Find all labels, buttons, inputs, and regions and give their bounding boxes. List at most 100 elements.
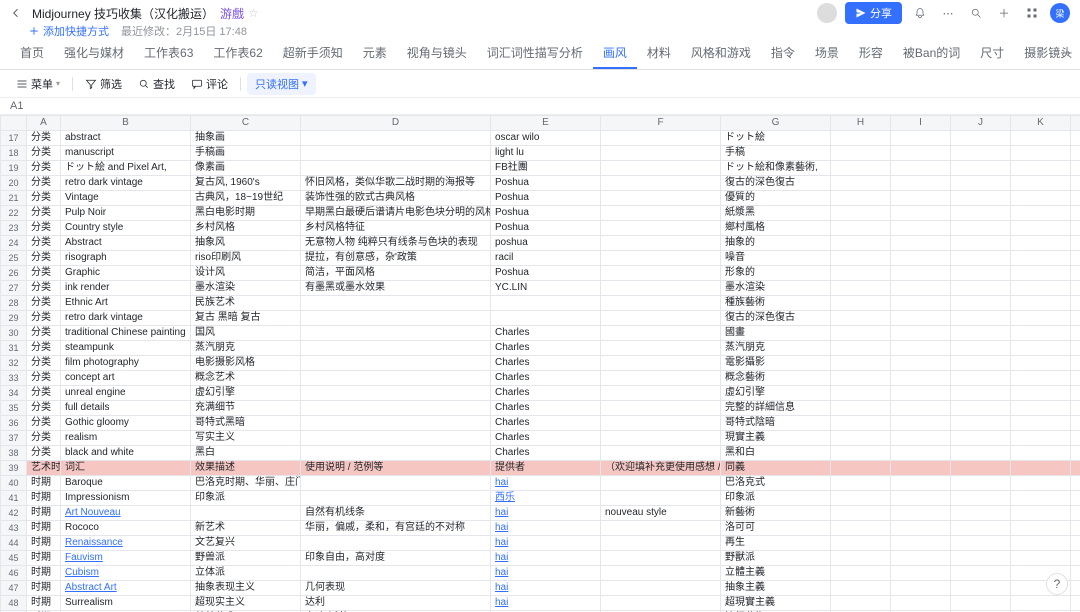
cell[interactable]: 分类 bbox=[27, 146, 61, 161]
sheet-tab[interactable]: 形容 bbox=[849, 38, 893, 69]
cell[interactable]: 华丽，偏戚，柔和，有宫廷的不对称 bbox=[301, 521, 491, 536]
cell[interactable] bbox=[1071, 311, 1080, 326]
cell[interactable] bbox=[1011, 416, 1071, 431]
row-number[interactable]: 45 bbox=[1, 551, 27, 566]
cell[interactable]: 文艺复兴 bbox=[191, 536, 301, 551]
cell[interactable]: 时期 bbox=[27, 551, 61, 566]
sheet-tab[interactable]: 材料 bbox=[637, 38, 681, 69]
cell[interactable]: 完整的詳細信息 bbox=[721, 401, 831, 416]
cell[interactable]: Charles bbox=[491, 446, 601, 461]
cell[interactable]: 抽象画 bbox=[191, 131, 301, 146]
column-header[interactable] bbox=[1, 116, 27, 131]
cell[interactable] bbox=[191, 506, 301, 521]
cell[interactable] bbox=[1071, 506, 1080, 521]
cell[interactable] bbox=[1071, 461, 1080, 476]
cell[interactable]: 分类 bbox=[27, 206, 61, 221]
cell[interactable]: Charles bbox=[491, 416, 601, 431]
cell[interactable]: 印象自由，高对度 bbox=[301, 551, 491, 566]
cell[interactable] bbox=[1071, 356, 1080, 371]
cell[interactable] bbox=[891, 551, 951, 566]
cell[interactable] bbox=[301, 491, 491, 506]
cell[interactable]: 分类 bbox=[27, 341, 61, 356]
cell[interactable] bbox=[951, 131, 1011, 146]
cell[interactable]: 墨水渲染 bbox=[191, 281, 301, 296]
cell[interactable]: Cubism bbox=[61, 566, 191, 581]
cell[interactable] bbox=[1071, 551, 1080, 566]
cell[interactable] bbox=[301, 161, 491, 176]
cell[interactable] bbox=[831, 161, 891, 176]
row-number[interactable]: 20 bbox=[1, 176, 27, 191]
cell[interactable]: Rococo bbox=[61, 521, 191, 536]
cell[interactable]: 抽象风 bbox=[191, 236, 301, 251]
cell[interactable] bbox=[891, 461, 951, 476]
cell[interactable]: Country style bbox=[61, 221, 191, 236]
cell[interactable]: 提拉，有创意感，杂'政策 bbox=[301, 251, 491, 266]
row-number[interactable]: 38 bbox=[1, 446, 27, 461]
cell[interactable]: 早期黑白最硬后谱请片电影色块分明的风格 bbox=[301, 206, 491, 221]
cell[interactable]: 乡村风格特征 bbox=[301, 221, 491, 236]
cell[interactable]: 时期 bbox=[27, 521, 61, 536]
cell[interactable]: Art Nouveau bbox=[61, 506, 191, 521]
cell[interactable]: retro dark vintage bbox=[61, 176, 191, 191]
cell[interactable]: 无意物人物 纯粹只有线条与色块的表现 bbox=[301, 236, 491, 251]
cell[interactable]: 概念藝術 bbox=[721, 371, 831, 386]
cell[interactable]: Vintage bbox=[61, 191, 191, 206]
cell[interactable] bbox=[601, 386, 721, 401]
cell[interactable] bbox=[301, 386, 491, 401]
cell[interactable]: Poshua bbox=[491, 206, 601, 221]
cell[interactable] bbox=[831, 251, 891, 266]
cell[interactable] bbox=[1011, 536, 1071, 551]
add-shortcut-button[interactable]: 添加快捷方式 bbox=[28, 23, 109, 39]
cell[interactable] bbox=[601, 191, 721, 206]
cell[interactable] bbox=[601, 311, 721, 326]
cell[interactable]: 手稿画 bbox=[191, 146, 301, 161]
cell[interactable] bbox=[891, 191, 951, 206]
cell[interactable] bbox=[1011, 266, 1071, 281]
cell[interactable]: 哥特式黑暗 bbox=[191, 416, 301, 431]
cell[interactable] bbox=[301, 341, 491, 356]
cell[interactable] bbox=[601, 521, 721, 536]
row-number[interactable]: 43 bbox=[1, 521, 27, 536]
cell[interactable]: 词汇 bbox=[61, 461, 191, 476]
row-number[interactable]: 34 bbox=[1, 386, 27, 401]
cell[interactable] bbox=[891, 146, 951, 161]
cell[interactable] bbox=[1011, 461, 1071, 476]
cell[interactable]: Fauvism bbox=[61, 551, 191, 566]
cell[interactable]: 分类 bbox=[27, 191, 61, 206]
cell[interactable]: 立體主義 bbox=[721, 566, 831, 581]
cell[interactable]: Charles bbox=[491, 356, 601, 371]
cell[interactable] bbox=[1011, 161, 1071, 176]
cell[interactable]: 種族藝術 bbox=[721, 296, 831, 311]
row-number[interactable]: 27 bbox=[1, 281, 27, 296]
cell[interactable]: 國畫 bbox=[721, 326, 831, 341]
cell[interactable] bbox=[831, 506, 891, 521]
cell[interactable] bbox=[831, 131, 891, 146]
cell[interactable]: 黑白 bbox=[191, 446, 301, 461]
sheet-tab[interactable]: 风格和游戏 bbox=[681, 38, 761, 69]
sheet-tab[interactable]: 画风 bbox=[593, 38, 637, 69]
cell[interactable]: hai bbox=[491, 536, 601, 551]
cell[interactable] bbox=[1011, 131, 1071, 146]
cell[interactable] bbox=[891, 371, 951, 386]
cell-link[interactable]: Fauvism bbox=[65, 552, 103, 563]
cell[interactable] bbox=[951, 161, 1011, 176]
row-number[interactable]: 42 bbox=[1, 506, 27, 521]
cell[interactable] bbox=[601, 491, 721, 506]
cell[interactable] bbox=[601, 161, 721, 176]
cell[interactable] bbox=[831, 341, 891, 356]
cell[interactable] bbox=[301, 371, 491, 386]
cell[interactable] bbox=[891, 506, 951, 521]
cell[interactable] bbox=[951, 371, 1011, 386]
cell[interactable]: realism bbox=[61, 431, 191, 446]
cell[interactable]: （欢迎填补充更使用感想 / 图片） bbox=[601, 461, 721, 476]
cell[interactable]: Baroque bbox=[61, 476, 191, 491]
cell[interactable]: Charles bbox=[491, 401, 601, 416]
cell[interactable] bbox=[601, 296, 721, 311]
cell[interactable] bbox=[1011, 491, 1071, 506]
cell[interactable] bbox=[601, 251, 721, 266]
cell[interactable]: 新藝術 bbox=[721, 506, 831, 521]
cell[interactable] bbox=[601, 266, 721, 281]
cell[interactable] bbox=[831, 566, 891, 581]
cell[interactable]: 立体派 bbox=[191, 566, 301, 581]
cell[interactable]: 分类 bbox=[27, 446, 61, 461]
